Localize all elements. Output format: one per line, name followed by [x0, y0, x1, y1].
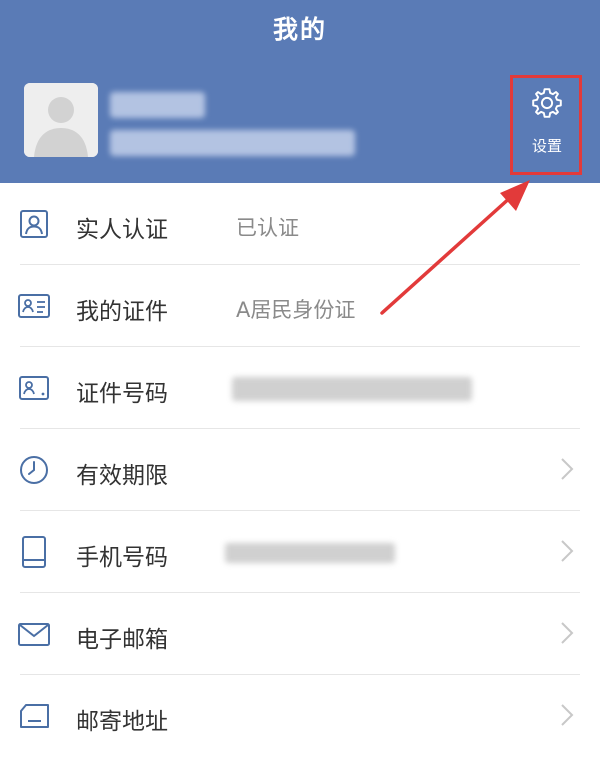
- chevron-right-icon: [561, 540, 574, 562]
- menu-item-email[interactable]: 电子邮箱: [0, 593, 600, 675]
- menu-item-validity-period[interactable]: 有效期限: [0, 429, 600, 511]
- user-name-redacted: [110, 92, 205, 118]
- chevron-right-icon: [561, 622, 574, 644]
- clock-icon: [20, 456, 48, 484]
- profile-header: 我的 设置: [0, 0, 600, 183]
- menu-item-mailing-address[interactable]: 邮寄地址: [0, 675, 600, 757]
- avatar-placeholder-icon: [24, 83, 98, 157]
- document-number-redacted: [232, 377, 472, 401]
- address-icon: [20, 704, 49, 728]
- menu-item-label: 有效期限: [76, 463, 168, 489]
- menu-item-document-number[interactable]: 证件号码: [0, 347, 600, 429]
- menu-item-my-documents[interactable]: 我的证件 A居民身份证: [0, 265, 600, 347]
- menu-item-identity-verification[interactable]: 实人认证 已认证: [0, 183, 600, 265]
- phone-number-redacted: [225, 543, 395, 563]
- chevron-right-icon: [561, 458, 574, 480]
- id-number-icon: [19, 376, 49, 400]
- menu-item-label: 实人认证: [76, 217, 168, 243]
- chevron-right-icon: [561, 704, 574, 726]
- verification-status: 已认证: [236, 216, 299, 240]
- menu-item-label: 电子邮箱: [76, 627, 168, 653]
- settings-label: 设置: [531, 137, 562, 155]
- mail-icon: [18, 623, 50, 646]
- person-id-icon: [20, 210, 48, 238]
- menu-item-label: 邮寄地址: [76, 709, 168, 735]
- menu-item-label: 证件号码: [76, 381, 168, 407]
- phone-icon: [22, 536, 46, 568]
- avatar[interactable]: [24, 83, 98, 157]
- menu-item-label: 手机号码: [76, 545, 168, 571]
- page-title: 我的: [272, 15, 327, 44]
- menu-item-label: 我的证件: [76, 299, 168, 325]
- menu-item-phone-number[interactable]: 手机号码: [0, 511, 600, 593]
- settings-button[interactable]: 设置: [510, 77, 584, 175]
- document-type: A居民身份证: [236, 298, 356, 322]
- profile-menu: 实人认证 已认证 我的证件 A居民身份证 证件号码 有效期限 手机号码 电子邮箱…: [0, 183, 600, 757]
- gear-icon: [532, 88, 562, 118]
- user-account-redacted: [110, 130, 355, 156]
- id-card-icon: [18, 294, 50, 318]
